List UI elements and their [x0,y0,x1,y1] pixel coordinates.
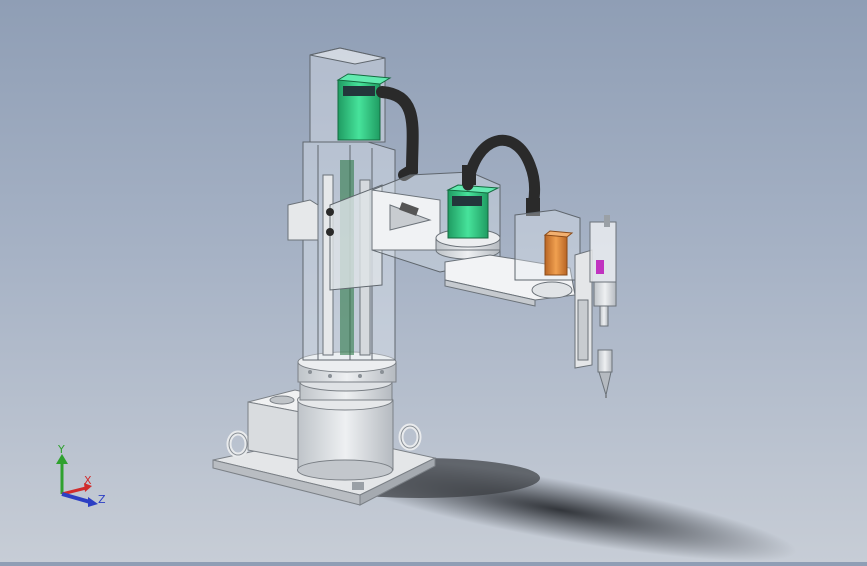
x-axis-label: X [84,474,92,487]
eye-bolt-right [398,423,422,451]
z-axis-line [61,492,91,504]
base-cylinder[interactable] [297,389,394,481]
z-axis-label: Z [98,493,106,506]
triad-icon: Y X Z [56,443,106,507]
z-axis-arrow-icon [88,497,98,507]
coordinate-triad[interactable]: Y X Z [48,440,118,515]
tool-plate[interactable] [574,249,593,369]
eye-bolt-left [226,430,250,458]
y-axis-label: Y [57,443,65,456]
tool-indicator [596,260,604,274]
screwdriver-tool[interactable] [589,215,617,398]
cad-viewport[interactable] [0,0,867,562]
robot-model-canvas[interactable] [0,0,867,562]
cable-gland-elbow [462,165,476,185]
junction-box[interactable] [287,199,319,241]
